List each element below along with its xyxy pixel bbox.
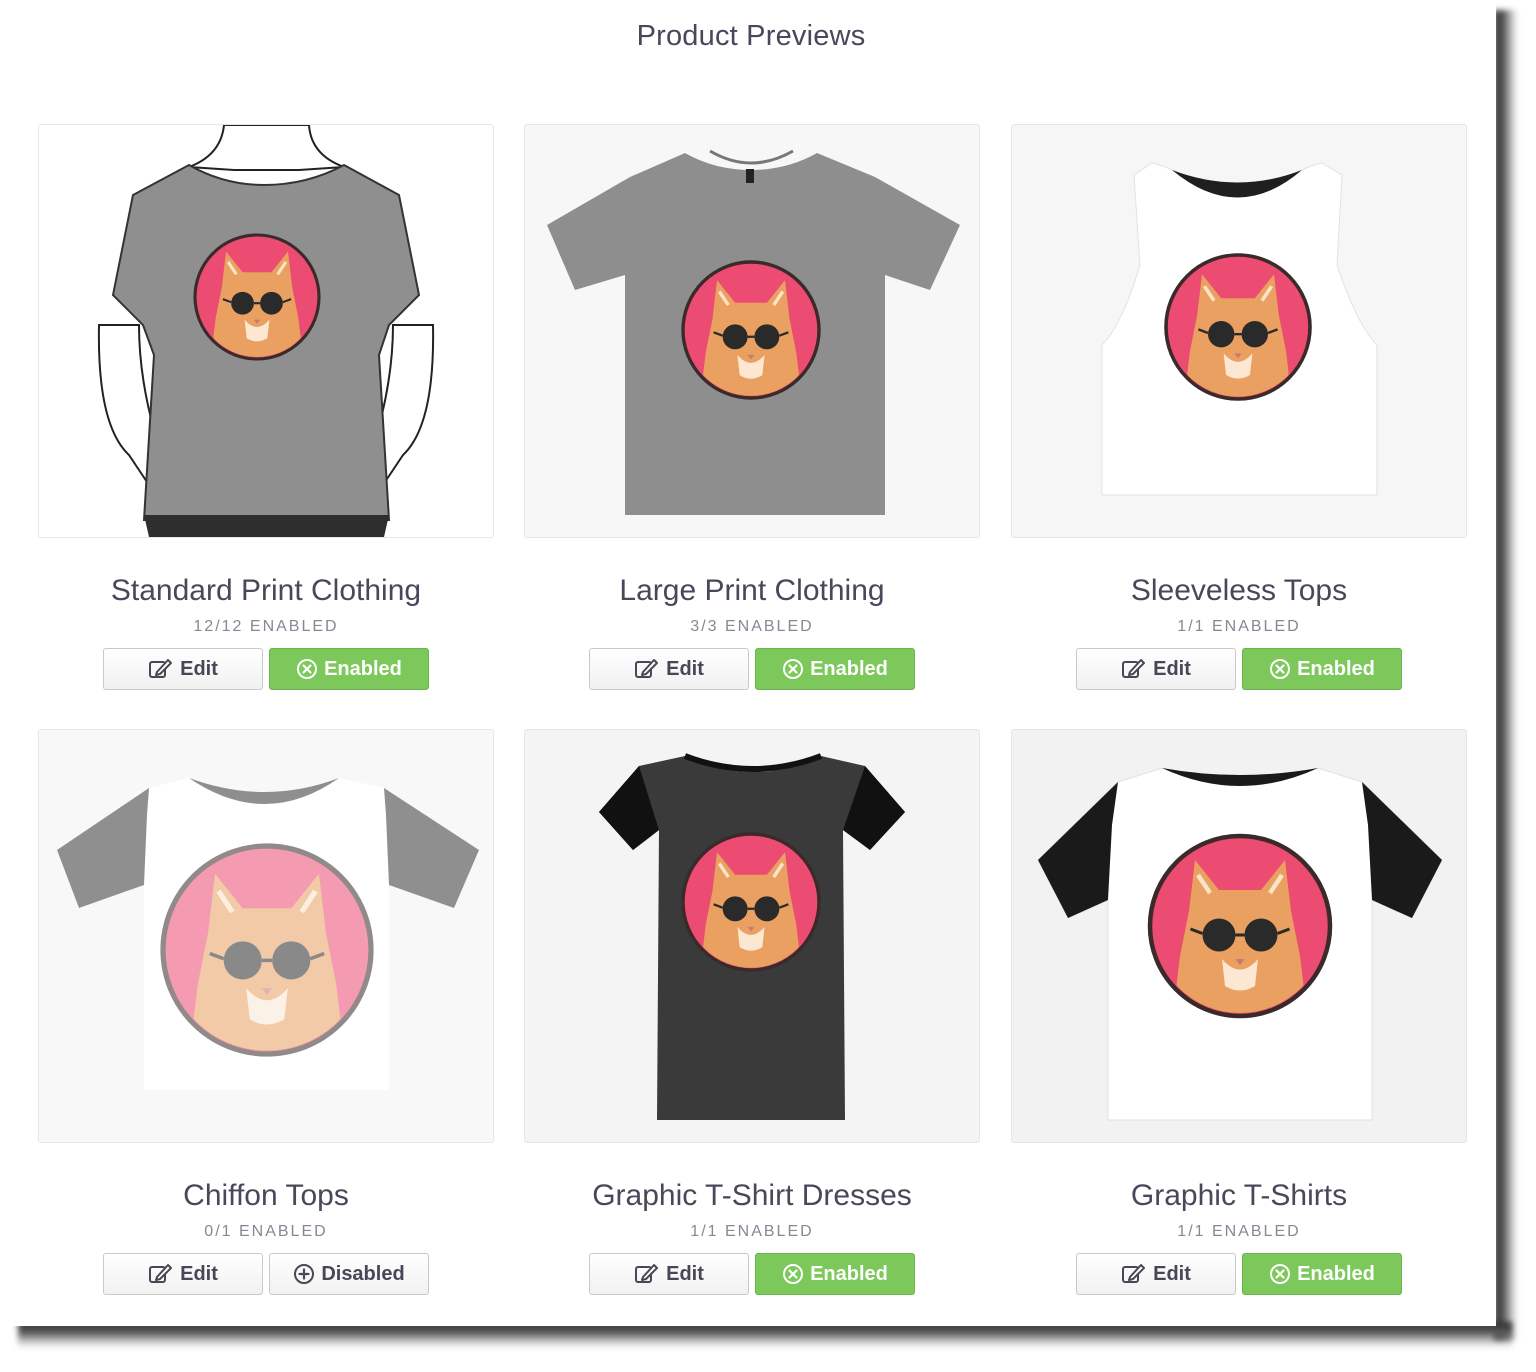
edit-button[interactable]: Edit (1076, 1253, 1236, 1295)
product-name: Graphic T-Shirts (1130, 1179, 1348, 1212)
edit-label: Edit (180, 1262, 218, 1285)
edit-button[interactable]: Edit (589, 1253, 749, 1295)
circle-x-icon (1269, 1263, 1291, 1285)
product-name: Large Print Clothing (619, 574, 885, 607)
garment-mockup-illustration (1012, 730, 1466, 1142)
enabled-count: 3/3 ENABLED (690, 618, 814, 635)
card-actions: Edit Enabled (38, 648, 494, 690)
product-card-graphic-tshirts: Graphic T-Shirts 1/1 ENABLED Edit Enable… (1011, 729, 1467, 1295)
status-label: Disabled (321, 1262, 405, 1285)
edit-label: Edit (666, 657, 704, 680)
edit-icon (634, 1262, 660, 1286)
enabled-count: 0/1 ENABLED (204, 1223, 328, 1240)
enabled-toggle-button[interactable]: Enabled (1242, 648, 1402, 690)
status-label: Enabled (810, 1262, 888, 1285)
edit-button[interactable]: Edit (1076, 648, 1236, 690)
status-label: Enabled (1297, 657, 1375, 680)
enabled-count: 1/1 ENABLED (1177, 618, 1301, 635)
enabled-toggle-button[interactable]: Enabled (269, 648, 429, 690)
product-preview-image[interactable] (524, 124, 980, 538)
product-previews-panel: Product Previews Standard Print Clothing (0, 0, 1496, 1326)
disabled-toggle-button[interactable]: Disabled (269, 1253, 429, 1295)
edit-icon (1121, 1262, 1147, 1286)
product-card-sleeveless-tops: Sleeveless Tops 1/1 ENABLED Edit Enabled (1011, 124, 1467, 690)
enabled-count: 12/12 ENABLED (193, 618, 339, 635)
product-name: Chiffon Tops (183, 1179, 349, 1212)
product-name: Sleeveless Tops (1130, 574, 1348, 607)
edit-label: Edit (1153, 1262, 1191, 1285)
product-card-chiffon-tops: Chiffon Tops 0/1 ENABLED Edit Disabled (38, 729, 494, 1295)
product-preview-image[interactable] (38, 124, 494, 538)
edit-button[interactable]: Edit (589, 648, 749, 690)
circle-x-icon (1269, 658, 1291, 680)
garment-mockup-illustration (39, 125, 493, 537)
enabled-toggle-button[interactable]: Enabled (1242, 1253, 1402, 1295)
product-name: Standard Print Clothing (110, 574, 422, 607)
edit-icon (634, 657, 660, 681)
edit-label: Edit (666, 1262, 704, 1285)
enabled-count: 1/1 ENABLED (690, 1223, 814, 1240)
product-card-standard-print-clothing: Standard Print Clothing 12/12 ENABLED Ed… (38, 124, 494, 690)
edit-button[interactable]: Edit (103, 1253, 263, 1295)
status-label: Enabled (1297, 1262, 1375, 1285)
enabled-count: 1/1 ENABLED (1177, 1223, 1301, 1240)
circle-x-icon (296, 658, 318, 680)
circle-x-icon (782, 1263, 804, 1285)
product-card-graphic-tshirt-dresses: Graphic T-Shirt Dresses 1/1 ENABLED Edit… (524, 729, 980, 1295)
edit-button[interactable]: Edit (103, 648, 263, 690)
status-label: Enabled (324, 657, 402, 680)
edit-label: Edit (180, 657, 218, 680)
card-actions: Edit Enabled (524, 1253, 980, 1295)
edit-icon (148, 1262, 174, 1286)
page-title: Product Previews (636, 20, 866, 52)
screenshot-canvas: Product Previews Standard Print Clothing (0, 0, 1536, 1372)
garment-mockup-illustration (525, 730, 979, 1142)
garment-mockup-illustration (39, 730, 493, 1142)
product-preview-image[interactable] (38, 729, 494, 1143)
garment-mockup-illustration (525, 125, 979, 537)
card-actions: Edit Enabled (1011, 1253, 1467, 1295)
circle-plus-icon (293, 1263, 315, 1285)
card-actions: Edit Enabled (1011, 648, 1467, 690)
enabled-toggle-button[interactable]: Enabled (755, 648, 915, 690)
product-preview-image[interactable] (524, 729, 980, 1143)
product-preview-image[interactable] (1011, 729, 1467, 1143)
status-label: Enabled (810, 657, 888, 680)
card-actions: Edit Disabled (38, 1253, 494, 1295)
card-actions: Edit Enabled (524, 648, 980, 690)
edit-label: Edit (1153, 657, 1191, 680)
edit-icon (1121, 657, 1147, 681)
product-preview-image[interactable] (1011, 124, 1467, 538)
product-name: Graphic T-Shirt Dresses (592, 1179, 912, 1212)
garment-mockup-illustration (1012, 125, 1466, 537)
frame-shadow-right (1494, 10, 1518, 1340)
product-card-large-print-clothing: Large Print Clothing 3/3 ENABLED Edit En… (524, 124, 980, 690)
edit-icon (148, 657, 174, 681)
enabled-toggle-button[interactable]: Enabled (755, 1253, 915, 1295)
circle-x-icon (782, 658, 804, 680)
